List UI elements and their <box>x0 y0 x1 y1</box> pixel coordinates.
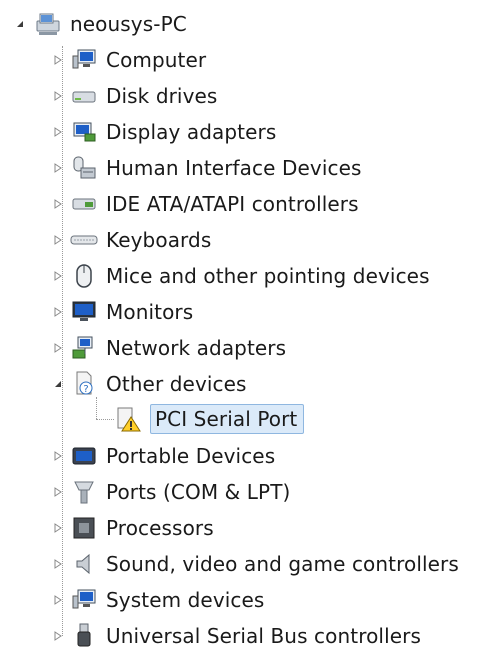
device-tree: neousys-PC Computer Disk drives Display … <box>0 0 492 651</box>
tree-item-system-devices[interactable]: System devices <box>52 584 264 616</box>
expand-arrow-icon[interactable] <box>52 594 64 606</box>
tree-item-label: Human Interface Devices <box>106 156 362 180</box>
tree-item-label: Computer <box>106 48 207 72</box>
tree-item-network[interactable]: Network adapters <box>52 332 286 364</box>
tree-item-label: Keyboards <box>106 228 212 252</box>
system-device-icon <box>70 586 98 614</box>
network-adapter-icon <box>70 334 98 362</box>
computer-icon <box>70 46 98 74</box>
collapse-arrow-icon[interactable] <box>52 378 64 390</box>
tree-item-label: Portable Devices <box>106 444 276 468</box>
tree-item-label: System devices <box>106 588 265 612</box>
tree-item-keyboards[interactable]: Keyboards <box>52 224 211 256</box>
tree-root[interactable]: neousys-PC <box>14 8 187 40</box>
speaker-icon <box>70 550 98 578</box>
tree-item-display-adapters[interactable]: Display adapters <box>52 116 276 148</box>
expand-arrow-icon[interactable] <box>52 486 64 498</box>
mouse-icon <box>70 262 98 290</box>
hid-icon <box>70 154 98 182</box>
tree-item-label: Sound, video and game controllers <box>106 552 459 576</box>
tree-item-hid[interactable]: Human Interface Devices <box>52 152 362 184</box>
tree-connector-child <box>96 419 114 421</box>
tree-item-ports[interactable]: Ports (COM & LPT) <box>52 476 290 508</box>
tree-item-label: Other devices <box>106 372 247 396</box>
expand-arrow-icon[interactable] <box>52 198 64 210</box>
tree-item-other-devices[interactable]: ? Other devices <box>52 368 247 400</box>
root-label: neousys-PC <box>70 12 187 36</box>
tree-item-label: Ports (COM & LPT) <box>106 480 291 504</box>
tree-item-portable-devices[interactable]: Portable Devices <box>52 440 275 472</box>
expand-arrow-icon[interactable] <box>52 234 64 246</box>
expand-arrow-icon[interactable] <box>52 450 64 462</box>
tree-item-label: Network adapters <box>106 336 287 360</box>
expand-arrow-icon[interactable] <box>52 270 64 282</box>
expand-arrow-icon[interactable] <box>52 522 64 534</box>
warning-device-icon <box>114 405 142 433</box>
tree-item-sound[interactable]: Sound, video and game controllers <box>52 548 459 580</box>
tree-connector-line-child <box>96 397 98 419</box>
tree-item-pci-serial-port[interactable]: PCI Serial Port <box>114 403 305 435</box>
tree-item-label: Monitors <box>106 300 194 324</box>
tree-item-label: Display adapters <box>106 120 277 144</box>
expand-arrow-icon[interactable] <box>52 342 64 354</box>
tree-item-monitors[interactable]: Monitors <box>52 296 193 328</box>
tree-item-mice[interactable]: Mice and other pointing devices <box>52 260 430 292</box>
expand-arrow-icon[interactable] <box>52 90 64 102</box>
collapse-arrow-icon[interactable] <box>14 18 26 30</box>
tree-item-usb[interactable]: Universal Serial Bus controllers <box>52 620 421 652</box>
expand-arrow-icon[interactable] <box>52 162 64 174</box>
usb-icon <box>70 622 98 650</box>
expand-arrow-icon[interactable] <box>52 126 64 138</box>
port-icon <box>70 478 98 506</box>
svg-text:?: ? <box>83 384 88 395</box>
tree-item-label: Processors <box>106 516 214 540</box>
tree-item-disk-drives[interactable]: Disk drives <box>52 80 217 112</box>
tree-item-label: Disk drives <box>106 84 218 108</box>
tree-item-ide[interactable]: IDE ATA/ATAPI controllers <box>52 188 359 220</box>
processor-icon <box>70 514 98 542</box>
tree-item-label: IDE ATA/ATAPI controllers <box>106 192 359 216</box>
expand-arrow-icon[interactable] <box>52 558 64 570</box>
ide-controller-icon <box>70 190 98 218</box>
tree-item-label: Universal Serial Bus controllers <box>106 624 421 648</box>
monitor-icon <box>70 298 98 326</box>
selected-device-label: PCI Serial Port <box>150 404 305 434</box>
unknown-device-icon: ? <box>70 370 98 398</box>
tree-item-label: Mice and other pointing devices <box>106 264 430 288</box>
tree-item-processors[interactable]: Processors <box>52 512 214 544</box>
portable-device-icon <box>70 442 98 470</box>
display-adapter-icon <box>70 118 98 146</box>
disk-drive-icon <box>70 82 98 110</box>
expand-arrow-icon[interactable] <box>52 306 64 318</box>
expand-arrow-icon[interactable] <box>52 630 64 642</box>
expand-arrow-icon[interactable] <box>52 54 64 66</box>
keyboard-icon <box>70 226 98 254</box>
tree-item-computer[interactable]: Computer <box>52 44 206 76</box>
computer-network-icon <box>34 10 62 38</box>
